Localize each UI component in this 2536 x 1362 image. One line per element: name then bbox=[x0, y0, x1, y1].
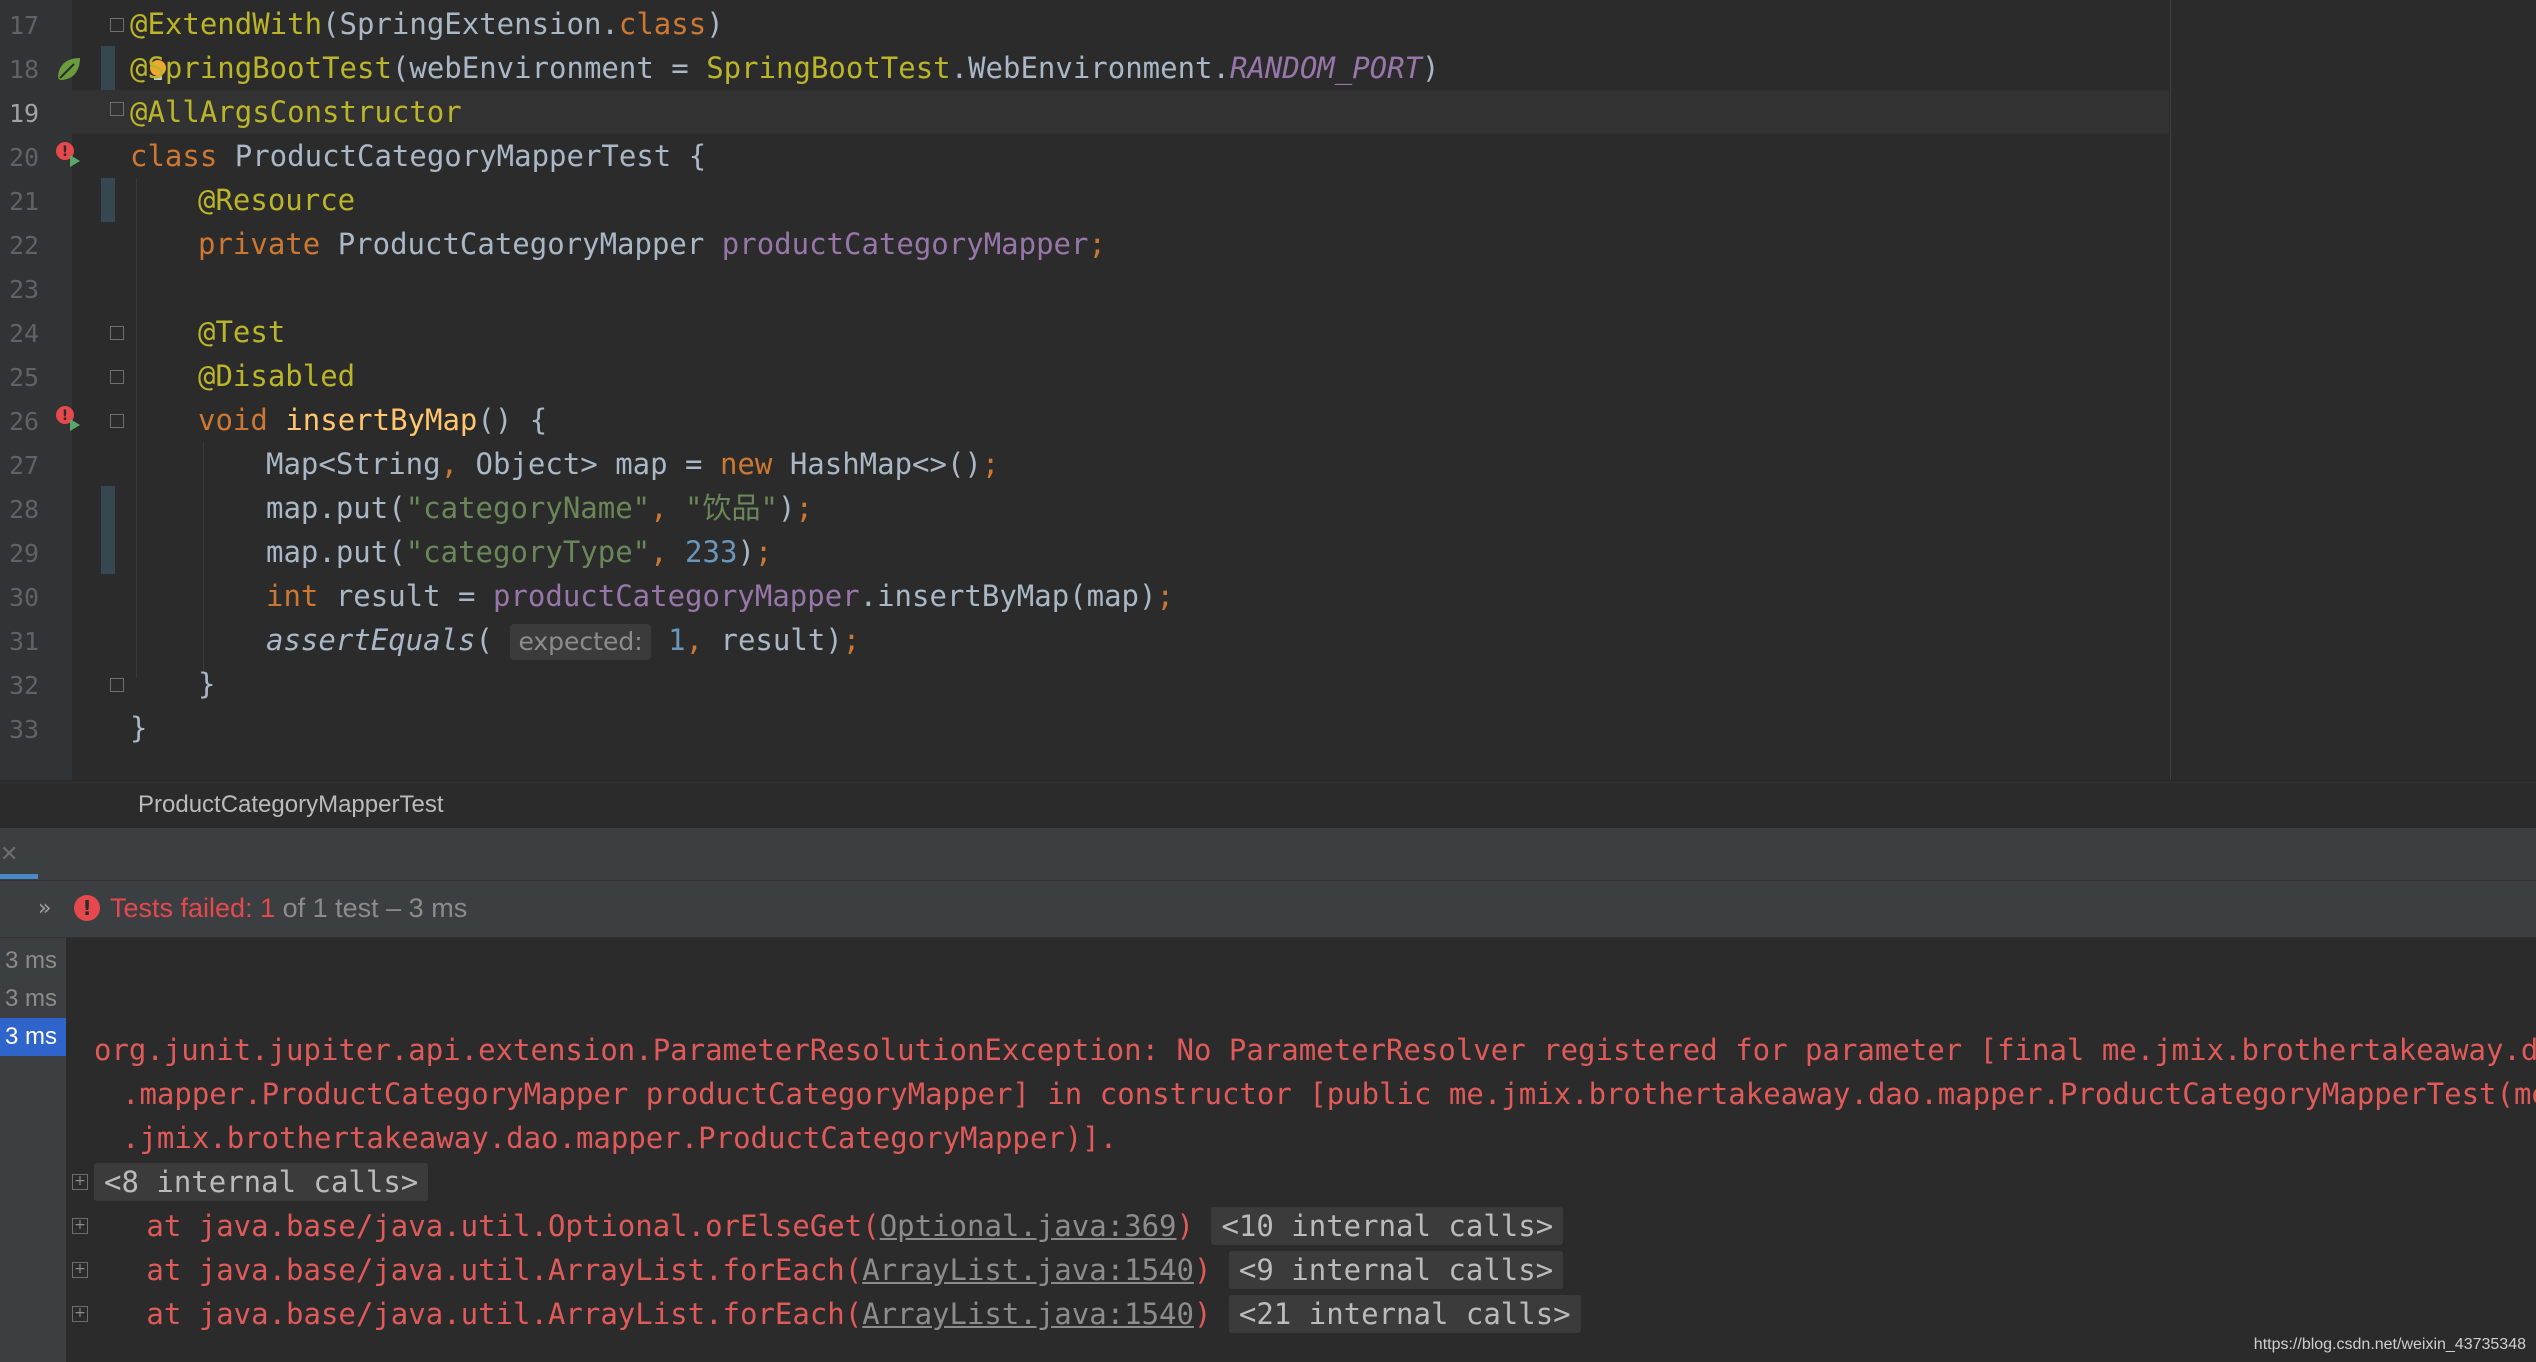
breadcrumb-class-label[interactable]: ProductCategoryMapperTest bbox=[138, 791, 443, 819]
svg-text:!: ! bbox=[62, 408, 68, 424]
change-marker bbox=[101, 486, 115, 574]
console-error-line: .jmix.brothertakeaway.dao.mapper.Product… bbox=[122, 1121, 1118, 1155]
code-line-26[interactable]: void insertByMap() { bbox=[198, 398, 547, 442]
test-timing[interactable]: 3 ms bbox=[0, 980, 66, 1018]
line-number: 21 bbox=[9, 187, 40, 216]
expand-chevron-icon[interactable]: » bbox=[38, 896, 51, 921]
console-error-line: .mapper.ProductCategoryMapper productCat… bbox=[122, 1077, 2536, 1111]
line-number: 26 bbox=[9, 407, 40, 436]
test-timing-selected[interactable]: 3 ms bbox=[0, 1018, 66, 1056]
indent-guide bbox=[136, 178, 137, 678]
run-test-icon[interactable]: ! bbox=[54, 140, 82, 168]
line-number: 19 bbox=[9, 99, 40, 128]
expand-internal-calls-icon[interactable]: + bbox=[72, 1174, 88, 1190]
code-line-19[interactable]: @AllArgsConstructor bbox=[130, 90, 462, 134]
code-line-25[interactable]: @Disabled bbox=[198, 354, 355, 398]
console-stack-line: at java.base/java.util.ArrayList.forEach… bbox=[94, 1292, 1581, 1336]
fold-marker-icon[interactable] bbox=[110, 370, 124, 384]
line-number: 28 bbox=[9, 495, 40, 524]
line-number: 27 bbox=[9, 451, 40, 480]
expand-internal-calls-icon[interactable]: + bbox=[72, 1306, 88, 1322]
fold-marker-icon[interactable] bbox=[110, 326, 124, 340]
change-marker bbox=[101, 178, 115, 222]
console-stack-line: at java.base/java.util.Optional.orElseGe… bbox=[94, 1204, 1564, 1248]
internal-calls-fold[interactable]: <10 internal calls> bbox=[1211, 1207, 1564, 1245]
code-line-18[interactable]: @SpringBootTest(webEnvironment = SpringB… bbox=[130, 46, 1440, 90]
line-number: 17 bbox=[9, 11, 40, 40]
run-tool-window-header bbox=[0, 828, 2536, 881]
internal-calls-fold[interactable]: <21 internal calls> bbox=[1228, 1295, 1581, 1333]
fold-marker-icon[interactable] bbox=[110, 18, 124, 32]
line-number: 29 bbox=[9, 539, 40, 568]
code-line-24[interactable]: @Test bbox=[198, 310, 285, 354]
active-tab-indicator bbox=[0, 874, 38, 879]
watermark-text: https://blog.csdn.net/weixin_43735348 bbox=[2253, 1336, 2526, 1353]
fold-marker-icon[interactable] bbox=[110, 414, 124, 428]
code-line-27[interactable]: Map<String, Object> map = new HashMap<>(… bbox=[266, 442, 999, 486]
error-icon: ! bbox=[74, 895, 100, 921]
code-line-33[interactable]: } bbox=[130, 706, 147, 750]
parameter-hint: expected: bbox=[510, 624, 651, 660]
line-number: 20 bbox=[9, 143, 40, 172]
code-line-20[interactable]: class ProductCategoryMapperTest { bbox=[130, 134, 706, 178]
internal-calls-fold[interactable]: <9 internal calls> bbox=[1228, 1251, 1564, 1289]
run-test-icon[interactable]: ! bbox=[54, 404, 82, 432]
console-error-line: org.junit.jupiter.api.extension.Paramete… bbox=[94, 1033, 2536, 1067]
code-line-31[interactable]: assertEquals( expected: 1, result); bbox=[266, 618, 860, 662]
line-number: 23 bbox=[9, 275, 40, 304]
line-number: 24 bbox=[9, 319, 40, 348]
line-number: 25 bbox=[9, 363, 40, 392]
code-line-22[interactable]: private ProductCategoryMapper productCat… bbox=[198, 222, 1106, 266]
spring-bean-icon[interactable] bbox=[54, 54, 84, 84]
fold-marker-icon[interactable] bbox=[110, 678, 124, 692]
internal-calls-fold[interactable]: <8 internal calls> bbox=[94, 1163, 429, 1201]
line-number: 32 bbox=[9, 671, 40, 700]
line-number: 22 bbox=[9, 231, 40, 260]
code-line-30[interactable]: int result = productCategoryMapper.inser… bbox=[266, 574, 1174, 618]
change-marker bbox=[101, 46, 115, 90]
code-line-21[interactable]: @Resource bbox=[198, 178, 355, 222]
fold-marker-icon[interactable] bbox=[110, 102, 124, 116]
expand-internal-calls-icon[interactable]: + bbox=[72, 1262, 88, 1278]
code-line-29[interactable]: map.put("categoryType", 233); bbox=[266, 530, 772, 574]
close-icon[interactable]: ✕ bbox=[0, 842, 18, 867]
test-timing[interactable]: 3 ms bbox=[0, 942, 66, 980]
test-tree[interactable]: 3 ms 3 ms 3 ms bbox=[0, 938, 66, 1362]
indent-guide bbox=[203, 442, 204, 672]
line-number: 33 bbox=[9, 715, 40, 744]
console-stack-line: at java.base/java.util.ArrayList.forEach… bbox=[94, 1248, 1564, 1292]
source-link[interactable]: ArrayList.java:1540 bbox=[862, 1297, 1194, 1331]
code-line-28[interactable]: map.put("categoryName", "饮品"); bbox=[266, 486, 813, 530]
svg-text:!: ! bbox=[62, 144, 68, 160]
line-number: 18 bbox=[9, 55, 40, 84]
breadcrumb[interactable]: ProductCategoryMapperTest bbox=[0, 782, 2536, 827]
line-number: 31 bbox=[9, 627, 40, 656]
source-link[interactable]: Optional.java:369 bbox=[880, 1209, 1177, 1243]
code-editor[interactable]: 17 18 19 20 21 22 23 24 25 26 27 28 29 3… bbox=[0, 0, 2536, 780]
expand-internal-calls-icon[interactable]: + bbox=[72, 1218, 88, 1234]
test-status-text: Tests failed: 1 of 1 test – 3 ms bbox=[110, 893, 468, 923]
code-line-17[interactable]: @ExtendWith(SpringExtension.class) bbox=[130, 2, 724, 46]
right-margin-guide bbox=[2170, 0, 2171, 780]
console-stack-line: <8 internal calls> bbox=[94, 1160, 429, 1204]
code-line-32[interactable]: } bbox=[198, 662, 215, 706]
line-number: 30 bbox=[9, 583, 40, 612]
source-link[interactable]: ArrayList.java:1540 bbox=[862, 1253, 1194, 1287]
